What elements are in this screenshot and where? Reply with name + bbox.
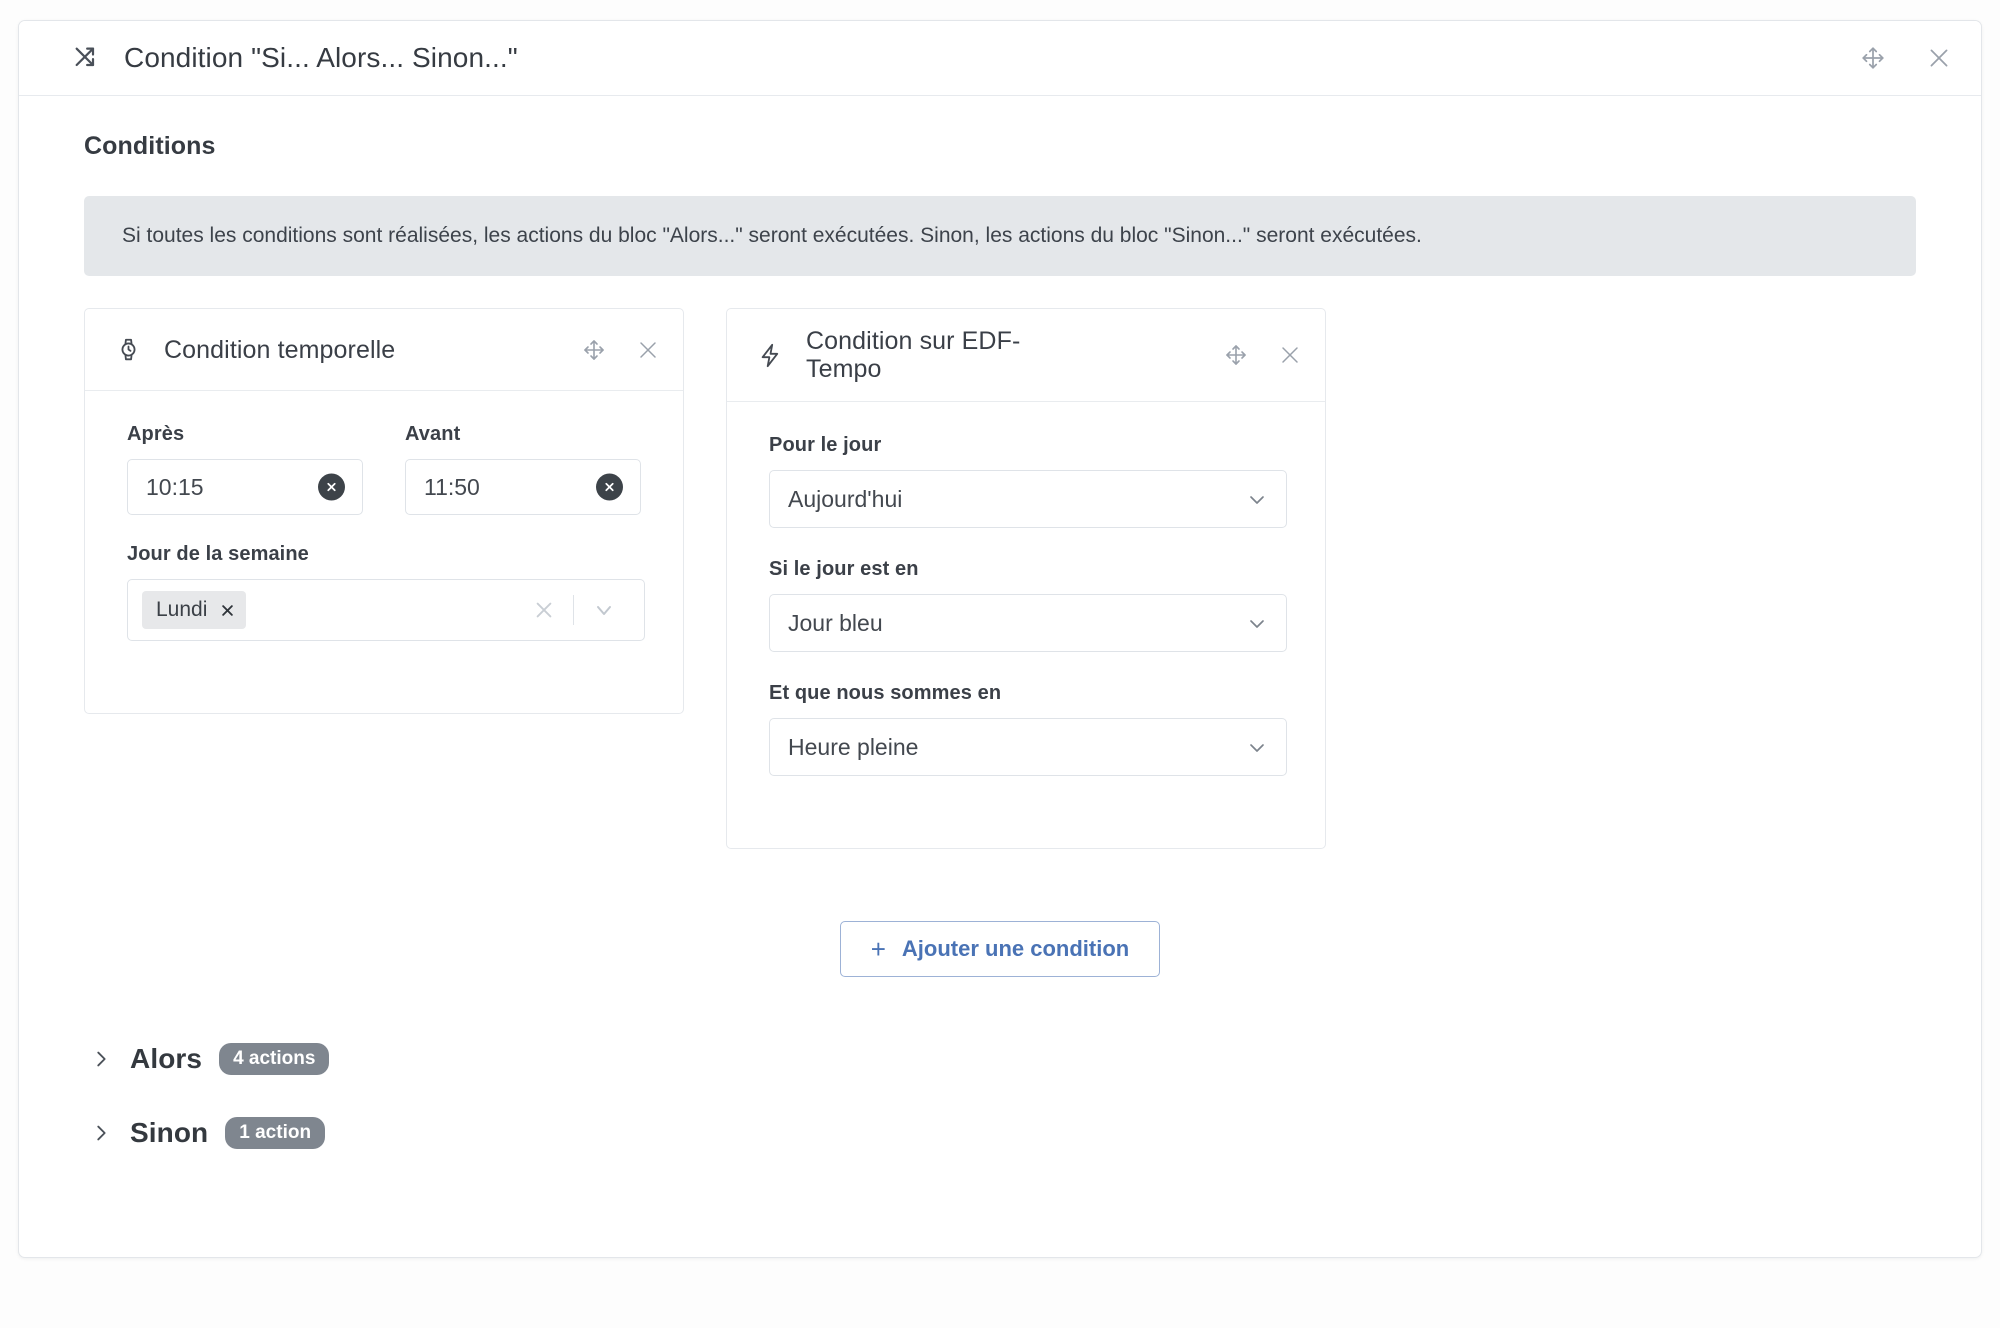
condition-modal: Condition "Si... Alors... Sinon..." Cond… [18, 20, 1982, 1259]
chevron-down-icon[interactable] [574, 598, 630, 622]
clear-avant-icon[interactable] [596, 473, 623, 501]
clear-all-icon[interactable] [515, 599, 573, 621]
accordion-alors-label: Alors [130, 1043, 203, 1075]
close-icon[interactable] [1277, 342, 1303, 368]
time-fields-row: Après 10:15 Avant 11:50 [127, 423, 641, 543]
bottom-spacer [84, 1181, 1916, 1207]
add-condition-wrap: + Ajouter une condition [84, 921, 1916, 978]
close-icon[interactable] [635, 337, 661, 363]
condition-card-actions [581, 337, 661, 363]
period-select-value: Heure pleine [788, 733, 919, 760]
field-et-que-nous-sommes-en: Et que nous sommes en Heure pleine [769, 682, 1287, 777]
field-label-pour-le-jour: Pour le jour [769, 434, 882, 457]
chevron-down-icon [1245, 735, 1269, 759]
accordion-sinon-label: Sinon [130, 1117, 209, 1149]
add-condition-label: Ajouter une condition [901, 936, 1130, 962]
field-avant: Avant 11:50 [405, 423, 641, 516]
close-icon[interactable] [1925, 44, 1953, 72]
remove-chip-icon[interactable] [220, 603, 235, 618]
field-label-jour-semaine: Jour de la semaine [127, 543, 309, 566]
page-background: Condition "Si... Alors... Sinon..." Cond… [0, 0, 2000, 1328]
chevron-down-icon [1245, 611, 1269, 635]
field-jour-semaine: Jour de la semaine Lundi [127, 543, 645, 642]
day-select[interactable]: Aujourd'hui [769, 470, 1287, 529]
modal-header: Condition "Si... Alors... Sinon..." [19, 21, 1981, 96]
avant-time-value: 11:50 [424, 473, 480, 500]
move-icon[interactable] [1223, 342, 1249, 368]
move-icon[interactable] [1859, 44, 1887, 72]
condition-card-header: Condition sur EDF-Tempo [727, 309, 1325, 403]
add-condition-button[interactable]: + Ajouter une condition [839, 921, 1161, 978]
accordion-alors[interactable]: Alors 4 actions [84, 1033, 1916, 1085]
field-label-apres: Après [127, 423, 185, 446]
multiselect-actions [515, 595, 630, 626]
condition-card-edf-tempo: Condition sur EDF-Tempo Pour le jour Auj… [726, 308, 1326, 850]
chevron-right-icon [84, 1122, 118, 1144]
period-select[interactable]: Heure pleine [769, 718, 1287, 777]
day-color-select[interactable]: Jour bleu [769, 594, 1287, 653]
modal-body: Conditions Si toutes les conditions sont… [19, 96, 1981, 1257]
condition-card-actions [1223, 342, 1303, 368]
plus-icon: + [870, 934, 886, 965]
watch-icon [115, 336, 142, 363]
field-pour-le-jour: Pour le jour Aujourd'hui [769, 434, 1287, 529]
accordion-sinon-badge: 1 action [225, 1117, 326, 1150]
lightning-icon [757, 342, 784, 369]
condition-card-temporelle: Condition temporelle Après 10:15 Avant 1… [84, 308, 684, 715]
accordion-sinon[interactable]: Sinon 1 action [84, 1107, 1916, 1159]
field-label-si-le-jour-est-en: Si le jour est en [769, 558, 919, 581]
day-color-select-value: Jour bleu [788, 609, 883, 636]
day-select-value: Aujourd'hui [788, 485, 903, 512]
field-label-avant: Avant [405, 423, 461, 446]
info-banner: Si toutes les conditions sont réalisées,… [84, 196, 1916, 277]
field-label-et-que-nous-sommes-en: Et que nous sommes en [769, 682, 1002, 705]
accordion-alors-badge: 4 actions [219, 1043, 330, 1076]
page-title: Condition "Si... Alors... Sinon..." [124, 42, 518, 73]
conditions-section-title: Conditions [84, 132, 216, 160]
header-actions [1859, 44, 1953, 72]
condition-card-header: Condition temporelle [85, 309, 683, 392]
condition-card-body: Après 10:15 Avant 11:50 Jour de la semai… [85, 391, 683, 713]
weekday-multiselect[interactable]: Lundi [127, 579, 645, 642]
chevron-down-icon [1245, 487, 1269, 511]
condition-cards-row: Condition temporelle Après 10:15 Avant 1… [84, 308, 1916, 850]
apres-time-input[interactable]: 10:15 [127, 459, 363, 516]
weekday-chip-label: Lundi [156, 598, 208, 622]
avant-time-input[interactable]: 11:50 [405, 459, 641, 516]
move-icon[interactable] [581, 337, 607, 363]
clear-apres-icon[interactable] [318, 473, 345, 501]
weekday-chip-lundi[interactable]: Lundi [142, 591, 247, 630]
condition-card-title: Condition sur EDF-Tempo [806, 327, 1021, 384]
chevron-right-icon [84, 1048, 118, 1070]
field-apres: Après 10:15 [127, 423, 363, 516]
field-si-le-jour-est-en: Si le jour est en Jour bleu [769, 558, 1287, 653]
condition-card-body: Pour le jour Aujourd'hui Si le jour est … [727, 402, 1325, 848]
apres-time-value: 10:15 [146, 473, 204, 500]
shuffle-icon [71, 43, 101, 73]
condition-card-title: Condition temporelle [164, 335, 396, 364]
accordions: Alors 4 actions Sinon 1 action [84, 1033, 1916, 1159]
